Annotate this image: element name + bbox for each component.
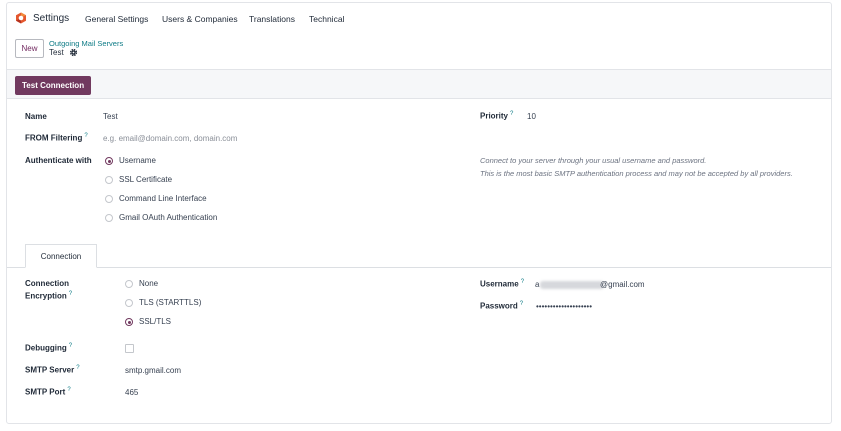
from-filtering-label: FROM Filtering? [25, 133, 88, 143]
username-field[interactable]: @gmail.com [600, 280, 645, 289]
help-tooltip-icon[interactable]: ? [84, 133, 87, 139]
password-label: Password? [480, 301, 524, 311]
help-tooltip-icon[interactable]: ? [510, 111, 513, 117]
auth-ssl-certificate-radio[interactable] [105, 176, 113, 184]
menu-technical[interactable]: Technical [309, 14, 344, 24]
new-button[interactable]: New [15, 39, 44, 58]
app-name[interactable]: Settings [33, 13, 69, 24]
menu-general-settings[interactable]: General Settings [85, 14, 148, 24]
encryption-starttls-label[interactable]: TLS (STARTTLS) [139, 298, 201, 307]
help-tooltip-icon[interactable]: ? [67, 387, 70, 393]
redacted-username-blur [540, 281, 604, 289]
auth-username-label[interactable]: Username [119, 156, 156, 165]
top-navbar: Settings General Settings Users & Compan… [7, 3, 831, 33]
encryption-ssl-tls-radio[interactable] [125, 318, 133, 326]
menu-translations[interactable]: Translations [249, 14, 295, 24]
smtp-port-label: SMTP Port? [25, 387, 71, 397]
smtp-server-label: SMTP Server? [25, 365, 80, 375]
authenticate-with-label: Authenticate with [25, 156, 92, 165]
help-tooltip-icon[interactable]: ? [69, 291, 72, 297]
settings-app-icon[interactable] [15, 12, 27, 24]
gear-icon[interactable] [69, 48, 78, 57]
breadcrumb-current-record: Test [49, 48, 64, 57]
name-field[interactable]: Test [103, 112, 118, 121]
auth-hint-line-1: Connect to your server through your usua… [480, 156, 707, 165]
smtp-port-field[interactable]: 465 [125, 388, 138, 397]
priority-label: Priority? [480, 111, 514, 121]
help-tooltip-icon[interactable]: ? [69, 343, 72, 349]
password-field[interactable]: •••••••••••••••••••• [536, 302, 592, 311]
breadcrumb-outgoing-mail-servers[interactable]: Outgoing Mail Servers [49, 39, 123, 48]
connection-encryption-label-line-1: Connection [25, 279, 69, 288]
auth-cli-radio[interactable] [105, 195, 113, 203]
encryption-none-radio[interactable] [125, 280, 133, 288]
help-tooltip-icon[interactable]: ? [521, 279, 524, 285]
auth-ssl-certificate-label[interactable]: SSL Certificate [119, 175, 172, 184]
auth-hint-line-2: This is the most basic SMTP authenticati… [480, 169, 793, 178]
debugging-checkbox[interactable] [125, 344, 134, 353]
smtp-server-field[interactable]: smtp.gmail.com [125, 366, 181, 375]
test-connection-button[interactable]: Test Connection [15, 76, 92, 95]
encryption-none-label[interactable]: None [139, 279, 158, 288]
auth-username-radio[interactable] [105, 157, 113, 165]
auth-gmail-oauth-radio[interactable] [105, 214, 113, 222]
username-prefix[interactable]: a [535, 280, 539, 289]
connection-encryption-label-line-2: Encryption? [25, 291, 73, 301]
form-view: Settings General Settings Users & Compan… [6, 2, 832, 424]
help-tooltip-icon[interactable]: ? [520, 301, 523, 307]
auth-gmail-oauth-label[interactable]: Gmail OAuth Authentication [119, 213, 217, 222]
encryption-ssl-tls-label[interactable]: SSL/TLS [139, 317, 171, 326]
encryption-starttls-radio[interactable] [125, 299, 133, 307]
tab-divider [7, 267, 831, 268]
menu-users-companies[interactable]: Users & Companies [162, 14, 238, 24]
help-tooltip-icon[interactable]: ? [76, 365, 79, 371]
from-filtering-input[interactable]: e.g. email@domain.com, domain.com [103, 134, 237, 143]
username-label: Username? [480, 279, 525, 289]
control-panel: Test Connection [7, 69, 831, 99]
auth-cli-label[interactable]: Command Line Interface [119, 194, 207, 203]
tab-connection[interactable]: Connection [25, 244, 97, 268]
name-label: Name [25, 112, 47, 121]
priority-field[interactable]: 10 [527, 112, 536, 121]
debugging-label: Debugging? [25, 343, 73, 353]
